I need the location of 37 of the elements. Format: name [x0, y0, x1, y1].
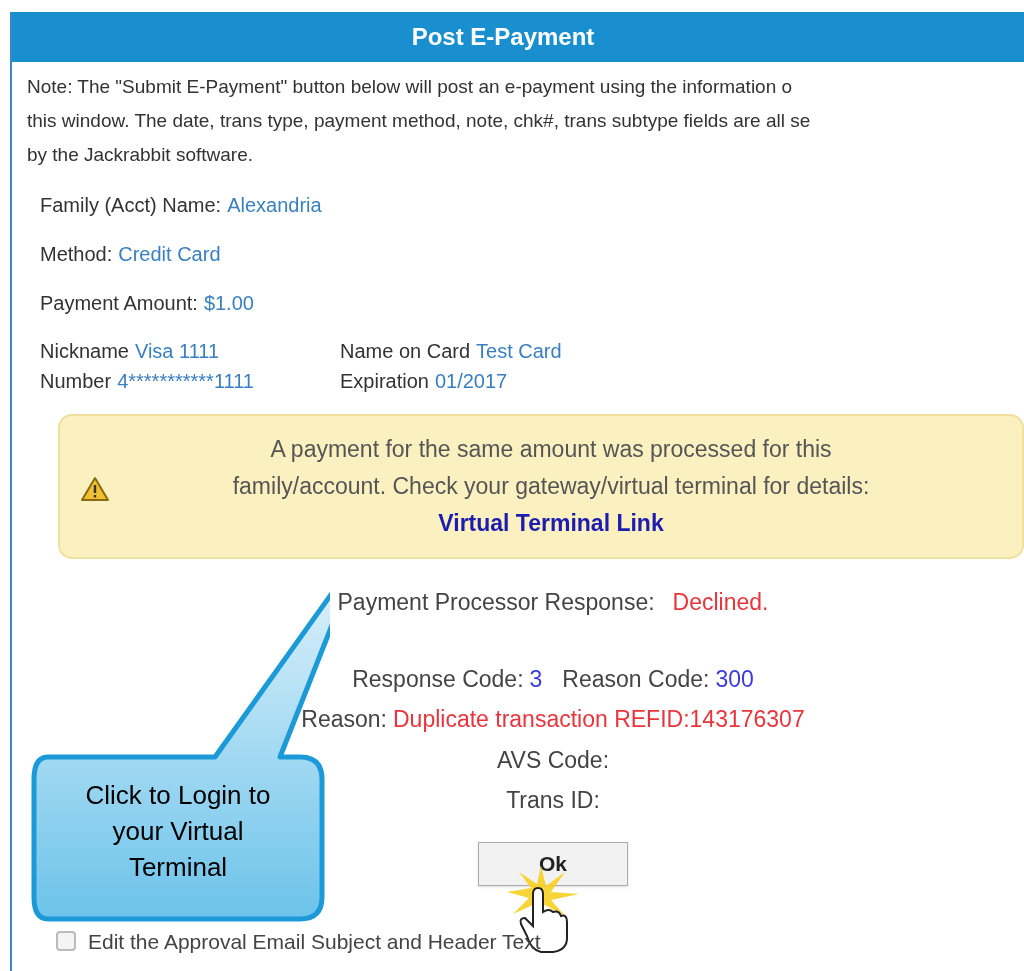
- field-label: Nickname: [40, 339, 129, 364]
- checkbox[interactable]: [56, 931, 76, 952]
- callout-text: your Virtual: [112, 815, 244, 848]
- field-label: Family (Acct) Name:: [40, 193, 222, 218]
- field-value: Test Card: [476, 339, 562, 364]
- response-status: Declined.: [672, 588, 769, 617]
- warning-text: family/account. Check your gateway/virtual terminal for details:: [232, 472, 870, 501]
- response-label: Payment Processor Response:: [337, 588, 655, 617]
- code-label: Reason Code:: [562, 664, 710, 694]
- field-value: Alexandria: [227, 193, 322, 218]
- detail-label: Trans ID:: [506, 786, 600, 815]
- field-value: $1.00: [203, 291, 254, 316]
- field-label: Expiration: [340, 369, 429, 394]
- code-value: 3: [529, 664, 543, 694]
- callout-text: Terminal: [128, 851, 228, 884]
- field-value: Credit Card: [118, 242, 221, 267]
- callout-text: Click to Login to: [85, 779, 271, 812]
- reason-text: Duplicate transaction REFID:143176307: [393, 705, 805, 734]
- warning-text: A payment for the same amount was processed for this: [270, 435, 832, 464]
- detail-label: AVS Code:: [496, 745, 610, 775]
- field-value: 4***********1111: [117, 369, 254, 394]
- code-value: 300: [715, 664, 754, 694]
- field-value: 01/2017: [434, 369, 508, 394]
- note-text: by the Jackrabbit software.: [27, 143, 253, 167]
- field-label: Payment Amount:: [40, 291, 198, 316]
- field-label: Method:: [40, 242, 113, 267]
- window-title: Post E-Payment: [411, 22, 595, 52]
- note-text: Note: The "Submit E-Payment" button below will post an e-payment using the information o: [27, 75, 793, 99]
- reason-label: Reason:: [301, 705, 387, 734]
- field-value: Visa 1111: [134, 339, 220, 364]
- ok-button[interactable]: Ok: [478, 841, 628, 886]
- field-label: Name on Card: [340, 339, 471, 364]
- warning-icon: [80, 476, 110, 502]
- field-label: Number: [40, 369, 112, 394]
- note-text: this window. The date, trans type, payment method, note, chk#, trans subtype fields are all se: [27, 109, 811, 133]
- code-label: Response Code:: [352, 664, 524, 694]
- terminal-link[interactable]: Virtual Terminal Link: [438, 505, 664, 542]
